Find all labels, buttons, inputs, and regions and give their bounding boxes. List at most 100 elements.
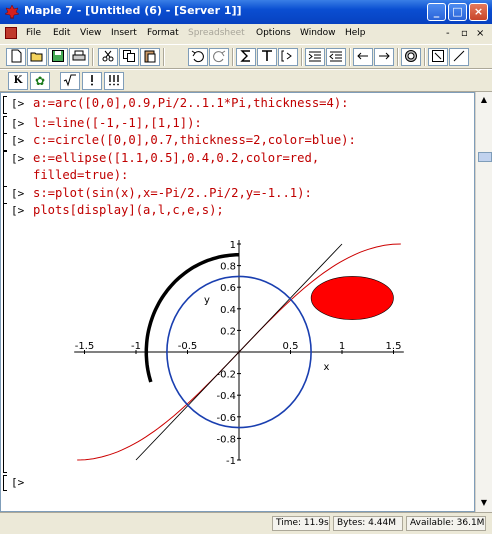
math-input-button[interactable]	[236, 48, 256, 66]
outdent-button[interactable]	[326, 48, 346, 66]
y-tick-label: 0.6	[220, 283, 236, 294]
menu-spreadsheet[interactable]: Spreadsheet	[188, 28, 245, 38]
status-available: Available: 36.1M	[406, 516, 486, 531]
context-toolbar: K ✿	[0, 69, 492, 92]
maximize-button[interactable]: □	[448, 3, 467, 21]
arrow-right-icon	[379, 52, 390, 60]
x-tick-label: 0.5	[283, 341, 299, 352]
sigma-icon	[240, 50, 250, 62]
exclamation-button[interactable]	[82, 72, 102, 90]
plot-output[interactable]: -1.5 -1 -0.5 0.5 1 1.5 1 0.8 0.6 0.4 0.2 -0.2 -0.4 -0…	[1, 93, 475, 512]
x-tick-label: -0.5	[178, 341, 198, 352]
x-tick-label: 1	[339, 341, 345, 352]
printer-icon	[72, 50, 86, 61]
print-button[interactable]	[69, 48, 89, 66]
zoom-button[interactable]	[428, 48, 448, 66]
open-file-button[interactable]	[27, 48, 47, 66]
arrow-left-icon	[357, 52, 368, 60]
outdent-icon	[329, 51, 342, 62]
y-tick-label: 0.8	[220, 262, 236, 273]
execute-button[interactable]: ✿	[30, 72, 50, 90]
text-mode-button[interactable]: K	[8, 72, 28, 90]
zoom-out-button[interactable]	[449, 48, 469, 66]
x-axis-label: x	[323, 362, 329, 373]
back-button[interactable]	[353, 48, 373, 66]
sqrt-icon	[63, 74, 76, 87]
worksheet-area[interactable]: [> a:=arc([0,0],0.9,Pi/2..1.1*Pi,thickne…	[0, 92, 475, 512]
thick-arc	[144, 253, 239, 383]
menu-help[interactable]: Help	[345, 28, 366, 38]
x-tick-label: 1.5	[386, 341, 402, 352]
y-tick-label: 0.2	[220, 326, 236, 337]
execute-all-button[interactable]	[104, 72, 124, 90]
x-tick-label: -1	[131, 341, 141, 352]
status-bytes: Bytes: 4.44M	[333, 516, 403, 531]
triple-exclamation-icon	[109, 75, 119, 86]
y-tick-label: -0.8	[216, 434, 236, 445]
paste-button[interactable]	[140, 48, 160, 66]
toolbar-separator	[92, 48, 94, 66]
stop-button[interactable]	[401, 48, 421, 66]
forward-button[interactable]	[374, 48, 394, 66]
doc-minimize-button[interactable]: -	[446, 28, 450, 39]
x-tick-label: -1.5	[75, 341, 95, 352]
copy-button[interactable]	[119, 48, 139, 66]
vertical-scrollbar[interactable]: ▲ ▼	[475, 92, 492, 512]
y-tick-label: 1	[230, 240, 236, 251]
filled-ellipse	[310, 276, 394, 320]
group-bracket[interactable]	[3, 475, 7, 491]
minimize-button[interactable]: _	[427, 3, 446, 21]
cut-button[interactable]	[98, 48, 118, 66]
menu-options[interactable]: Options	[256, 28, 291, 38]
save-button[interactable]	[48, 48, 68, 66]
toolbar-separator	[232, 48, 234, 66]
sqrt-button[interactable]	[60, 72, 80, 90]
y-tick-label: -0.2	[216, 370, 236, 381]
menu-insert[interactable]: Insert	[111, 28, 137, 38]
folder-icon	[30, 52, 43, 62]
new-file-button[interactable]	[6, 48, 26, 66]
menu-file[interactable]: File	[26, 28, 41, 38]
menu-bar: File Edit View Insert Format Spreadsheet…	[0, 24, 492, 44]
toolbar-separator	[424, 48, 426, 66]
undo-icon	[191, 50, 204, 63]
window-title: Maple 7 - [Untitled (6) - [Server 1]]	[24, 4, 242, 17]
main-toolbar	[0, 44, 492, 69]
scissors-icon	[102, 50, 114, 62]
stop-icon	[405, 50, 417, 62]
undo-button[interactable]	[188, 48, 208, 66]
paste-icon	[144, 50, 156, 63]
insert-prompt-button[interactable]	[278, 48, 298, 66]
scroll-up-icon[interactable]: ▲	[477, 93, 491, 107]
zoom-box-icon	[432, 50, 444, 62]
toolbar-separator	[397, 48, 399, 66]
status-bar: Time: 11.9s Bytes: 4.44M Available: 36.1…	[0, 512, 492, 534]
toolbar-separator	[163, 48, 165, 66]
scroll-thumb[interactable]	[478, 152, 492, 162]
prompt-icon	[281, 50, 292, 62]
toolbar-separator	[301, 48, 303, 66]
prompt-marker[interactable]: [>	[11, 476, 24, 489]
redo-icon	[213, 50, 226, 63]
status-time: Time: 11.9s	[272, 516, 330, 531]
menu-format[interactable]: Format	[147, 28, 179, 38]
new-file-icon	[11, 49, 22, 63]
scroll-down-icon[interactable]: ▼	[477, 496, 491, 510]
redo-button[interactable]	[209, 48, 229, 66]
text-input-button[interactable]	[257, 48, 277, 66]
title-bar: Maple 7 - [Untitled (6) - [Server 1]] _ …	[0, 0, 492, 24]
copy-icon	[123, 50, 135, 62]
exclamation-icon	[91, 75, 93, 86]
menu-view[interactable]: View	[80, 28, 101, 38]
doc-restore-button[interactable]: ▫	[461, 28, 468, 39]
document-icon[interactable]	[5, 27, 17, 39]
menu-window[interactable]: Window	[300, 28, 336, 38]
menu-edit[interactable]: Edit	[53, 28, 70, 38]
close-button[interactable]: ×	[469, 3, 488, 21]
text-t-icon	[262, 50, 272, 61]
doc-close-button[interactable]: ×	[476, 28, 484, 39]
y-tick-label: -0.4	[216, 391, 236, 402]
indent-button[interactable]	[305, 48, 325, 66]
y-tick-label: -1	[226, 456, 236, 467]
maple-leaf-icon	[4, 4, 20, 20]
